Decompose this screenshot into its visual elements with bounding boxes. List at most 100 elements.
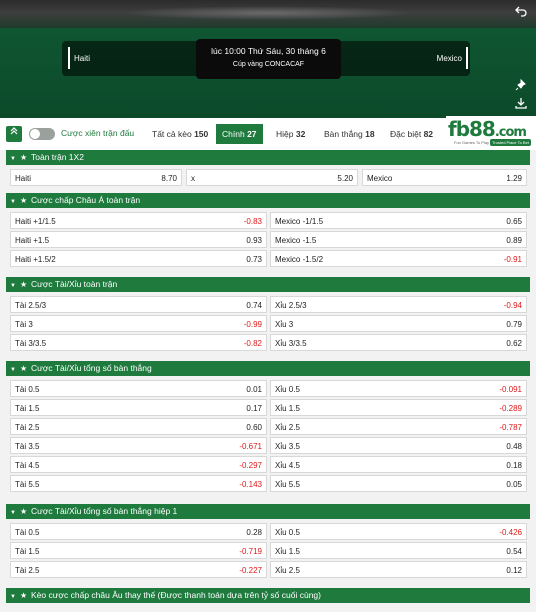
odds-cell[interactable]: Xỉu 3 0.79 [270, 315, 527, 332]
section-header[interactable]: ▼ ★ Cược Tài/Xỉu toàn trận [6, 277, 530, 292]
stadium-background [0, 0, 536, 28]
odds-cell[interactable]: Tài 3/3.5 -0.82 [10, 334, 267, 351]
home-team-name: Haiti [74, 54, 91, 63]
star-icon[interactable]: ★ [20, 193, 31, 208]
selection-name: Xỉu 2.5 [275, 423, 300, 432]
selection-name: Haiti +1.5/2 [15, 255, 56, 264]
odds-cell[interactable]: Tài 2.5/3 0.74 [10, 296, 267, 313]
tab-main[interactable]: Chính 27 [216, 124, 263, 144]
selection-name: Tài 2.5/3 [15, 301, 47, 310]
odds-value: -0.82 [243, 339, 262, 348]
section-header[interactable]: ▼ ★ Cược chấp Châu Á toàn trận [6, 193, 530, 208]
chevron-down-icon[interactable]: ▼ [10, 195, 20, 210]
odds-cell[interactable]: Xỉu 2.5/3 -0.94 [270, 296, 527, 313]
parlay-toggle[interactable] [29, 128, 55, 140]
odds-cell[interactable]: Mexico -1/1.5 0.65 [270, 212, 527, 229]
match-time: lúc 10:00 Thứ Sáu, 30 tháng 6 [211, 46, 326, 56]
odds-cell[interactable]: Mexico 1.29 [362, 169, 527, 186]
market-european-handicap: ▼ ★ Kèo cược chấp châu Âu thay thế (Được t… [6, 588, 530, 603]
tab-half[interactable]: Hiệp 32 [270, 124, 311, 144]
odds-value: 0.48 [506, 442, 522, 451]
selection-name: Mexico -1.5 [275, 236, 317, 245]
odds-cell[interactable]: Mexico -1.5/2 -0.91 [270, 250, 527, 267]
odds-value: 0.17 [246, 404, 262, 413]
odds-row: Haiti +1.5/2 0.73 Mexico -1.5/2 -0.91 [6, 249, 530, 268]
selection-name: Tài 0.5 [15, 385, 40, 394]
odds-cell[interactable]: x 5.20 [186, 169, 358, 186]
section-header[interactable]: ▼ ★ Kèo cược chấp châu Âu thay thế (Được t… [6, 588, 530, 603]
odds-cell[interactable]: Xỉu 1.5 0.54 [270, 542, 527, 559]
odds-value: 0.05 [506, 480, 522, 489]
odds-cell[interactable]: Xỉu 0.5 -0.426 [270, 523, 527, 540]
section-header[interactable]: ▼ ★ Toàn trận 1X2 [6, 150, 530, 165]
selection-name: Haiti +1/1.5 [15, 217, 56, 226]
match-info: lúc 10:00 Thứ Sáu, 30 tháng 6 Cúp vàng C… [196, 39, 341, 79]
market-total-goals-half1: ▼ ★ Cược Tài/Xỉu tổng số bàn thắng hiệp 1 … [6, 504, 530, 579]
star-icon[interactable]: ★ [20, 504, 31, 519]
odds-value: -0.091 [499, 385, 522, 394]
star-icon[interactable]: ★ [20, 361, 31, 376]
tab-all[interactable]: Tất cả kèo 150 [146, 124, 214, 144]
odds-value: 0.12 [506, 566, 522, 575]
odds-cell[interactable]: Haiti +1.5 0.93 [10, 231, 267, 248]
away-team-name: Mexico [436, 54, 462, 63]
parlay-label: Cược xiên trận đấu [61, 128, 135, 138]
selection-name: Tài 3 [15, 320, 33, 329]
chevron-down-icon[interactable]: ▼ [10, 590, 20, 605]
odds-cell[interactable]: Xỉu 2.5 -0.787 [270, 418, 527, 435]
odds-cell[interactable]: Tài 0.5 0.28 [10, 523, 267, 540]
odds-row: Haiti +1/1.5 -0.83 Mexico -1/1.5 0.65 [6, 211, 530, 230]
tab-goals[interactable]: Bàn thắng 18 [318, 124, 381, 144]
odds-row: Tài 1.5 -0.719 Xỉu 1.5 0.54 [6, 541, 530, 560]
odds-cell[interactable]: Mexico -1.5 0.89 [270, 231, 527, 248]
odds-value: 0.01 [246, 385, 262, 394]
odds-cell[interactable]: Tài 3 -0.99 [10, 315, 267, 332]
star-icon[interactable]: ★ [20, 150, 31, 165]
chevron-down-icon[interactable]: ▼ [10, 363, 20, 378]
pin-icon[interactable] [512, 78, 530, 96]
odds-value: -0.289 [499, 404, 522, 413]
section-header[interactable]: ▼ ★ Cược Tài/Xỉu tổng số bàn thắng [6, 361, 530, 376]
odds-cell[interactable]: Xỉu 4.5 0.18 [270, 456, 527, 473]
market-over-under: ▼ ★ Cược Tài/Xỉu toàn trận Tài 2.5/3 0.74 Xỉ… [6, 277, 530, 352]
odds-cell[interactable]: Xỉu 3.5 0.48 [270, 437, 527, 454]
selection-name: Xỉu 3/3.5 [275, 339, 307, 348]
star-icon[interactable]: ★ [20, 588, 31, 603]
selection-name: Tài 0.5 [15, 528, 40, 537]
odds-cell[interactable]: Tài 3.5 -0.671 [10, 437, 267, 454]
odds-cell[interactable]: Tài 2.5 -0.227 [10, 561, 267, 578]
star-icon[interactable]: ★ [20, 277, 31, 292]
section-header[interactable]: ▼ ★ Cược Tài/Xỉu tổng số bàn thắng hiệp 1 [6, 504, 530, 519]
collapse-icon[interactable] [6, 126, 22, 142]
tab-special[interactable]: Đặc biệt 82 [384, 124, 439, 144]
odds-cell[interactable]: Xỉu 3/3.5 0.62 [270, 334, 527, 351]
home-team: Haiti [68, 41, 91, 76]
odds-cell[interactable]: Xỉu 1.5 -0.289 [270, 399, 527, 416]
selection-name: Xỉu 1.5 [275, 547, 300, 556]
odds-cell[interactable]: Haiti +1/1.5 -0.83 [10, 212, 267, 229]
odds-row: Tài 2.5 0.60 Xỉu 2.5 -0.787 [6, 417, 530, 436]
odds-cell[interactable]: Tài 5.5 -0.143 [10, 475, 267, 492]
odds-cell[interactable]: Xỉu 5.5 0.05 [270, 475, 527, 492]
odds-cell[interactable]: Haiti 8.70 [10, 169, 182, 186]
odds-cell[interactable]: Tài 0.5 0.01 [10, 380, 267, 397]
odds-row: Tài 5.5 -0.143 Xỉu 5.5 0.05 [6, 474, 530, 493]
odds-cell[interactable]: Tài 1.5 -0.719 [10, 542, 267, 559]
odds-row: Tài 3.5 -0.671 Xỉu 3.5 0.48 [6, 436, 530, 455]
odds-cell[interactable]: Tài 2.5 0.60 [10, 418, 267, 435]
fb88-logo: fb88.com Fun Games To Play Trusted Place… [446, 116, 536, 150]
odds-cell[interactable]: Tài 1.5 0.17 [10, 399, 267, 416]
chevron-down-icon[interactable]: ▼ [10, 279, 20, 294]
odds-cell[interactable]: Xỉu 2.5 0.12 [270, 561, 527, 578]
odds-value: 0.79 [506, 320, 522, 329]
odds-cell[interactable]: Haiti +1.5/2 0.73 [10, 250, 267, 267]
back-icon[interactable] [512, 4, 530, 22]
odds-cell[interactable]: Tài 4.5 -0.297 [10, 456, 267, 473]
odds-cell[interactable]: Xỉu 0.5 -0.091 [270, 380, 527, 397]
odds-value: -0.99 [243, 320, 262, 329]
chevron-down-icon[interactable]: ▼ [10, 506, 20, 521]
odds-value: -0.297 [239, 461, 262, 470]
selection-name: Xỉu 3 [275, 320, 294, 329]
download-icon[interactable] [512, 96, 530, 114]
chevron-down-icon[interactable]: ▼ [10, 152, 20, 167]
